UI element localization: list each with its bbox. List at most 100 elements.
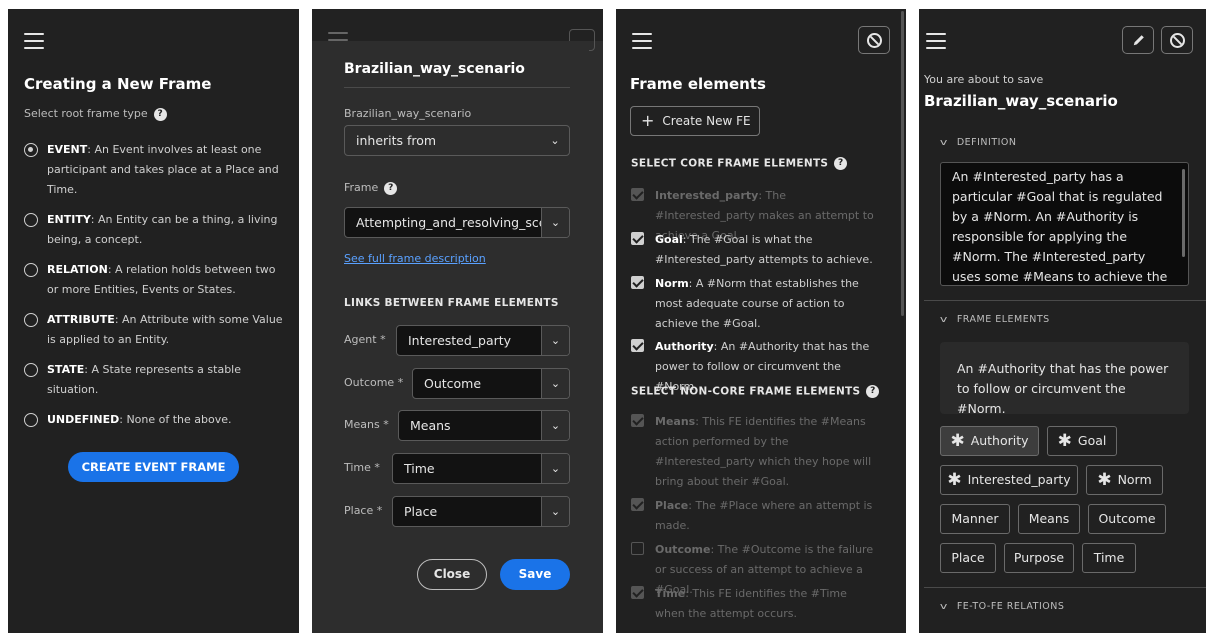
outcome-label: Outcome * (344, 376, 404, 389)
radio-button[interactable] (24, 313, 38, 327)
noncore-section-title: SELECT NON-CORE FRAME ELEMENTS? (631, 385, 880, 398)
chip-authority[interactable]: ✱ Authority (940, 426, 1039, 456)
time-label: Time * (344, 461, 380, 474)
checkbox[interactable] (631, 586, 644, 599)
checkbox[interactable] (631, 276, 644, 289)
agent-select[interactable]: Interested_party ⌄ (396, 325, 570, 356)
definition-textarea[interactable]: An #Interested_party has a particular #G… (940, 162, 1189, 286)
fe-time[interactable]: Time: This FE identifies the #Time when … (631, 584, 876, 624)
page-title: Creating a New Frame (24, 75, 212, 93)
chip-means[interactable]: Means (1018, 504, 1080, 534)
frame-name: Brazilian_way_scenario (924, 92, 1118, 110)
checkbox[interactable] (631, 414, 644, 427)
save-frame-panel: You are about to save Brazilian_way_scen… (919, 9, 1206, 633)
chip-purpose[interactable]: Purpose (1004, 543, 1074, 573)
full-frame-description-link[interactable]: See full frame description (344, 252, 486, 265)
chip-outcome[interactable]: Outcome (1088, 504, 1166, 534)
fe-place[interactable]: Place: The #Place where an attempt is ma… (631, 496, 876, 536)
background-header (312, 9, 603, 51)
chip-goal[interactable]: ✱ Goal (1047, 426, 1117, 456)
asterisk-icon: ✱ (950, 431, 965, 451)
checkbox (631, 188, 644, 201)
divider (924, 300, 1206, 301)
chevron-down-icon: ⌄ (541, 326, 569, 355)
outcome-select[interactable]: Outcome ⌄ (412, 368, 570, 399)
plus-icon: + (641, 111, 655, 130)
time-select[interactable]: Time ⌄ (392, 453, 570, 484)
relation-select[interactable]: inherits from ⌄ (344, 125, 570, 156)
chevron-down-icon: ⌄ (541, 497, 569, 526)
radio-button[interactable] (24, 143, 38, 157)
checkbox[interactable] (631, 339, 644, 352)
save-button[interactable]: Save (500, 559, 570, 590)
chip-place[interactable]: Place (940, 543, 996, 573)
asterisk-icon: ✱ (1057, 431, 1072, 451)
radio-attribute[interactable]: ATTRIBUTE: An Attribute with some Value … (24, 310, 284, 350)
menu-icon[interactable] (632, 33, 652, 49)
chevron-down-icon: ⌄ (541, 369, 569, 398)
divider (344, 87, 570, 88)
core-section-title: SELECT CORE FRAME ELEMENTS? (631, 157, 848, 170)
chevron-down-icon: v (939, 315, 948, 325)
chip-norm[interactable]: ✱ Norm (1086, 465, 1163, 495)
fe-goal[interactable]: Goal: The #Goal is what the #Interested_… (631, 230, 876, 270)
create-event-frame-button[interactable]: CREATE EVENT FRAME (68, 452, 239, 482)
fe-description: An #Authority that has the power to foll… (940, 342, 1189, 416)
fe-means[interactable]: Means: This FE identifies the #Means act… (631, 412, 876, 492)
checkbox[interactable] (631, 232, 644, 245)
radio-button[interactable] (24, 213, 38, 227)
divider (924, 587, 1206, 588)
help-icon[interactable]: ? (866, 385, 880, 398)
menu-icon[interactable] (24, 33, 44, 49)
ban-icon (867, 33, 882, 48)
save-notice: You are about to save (924, 73, 1044, 86)
frame-elements-panel: Frame elements + Create New FE SELECT COR… (616, 9, 906, 633)
subtitle: Select root frame type? (24, 107, 167, 121)
chevron-down-icon: v (939, 138, 948, 148)
menu-icon[interactable] (926, 33, 946, 49)
radio-entity[interactable]: ENTITY: An Entity can be a thing, a livi… (24, 210, 284, 250)
chevron-down-icon: ⌄ (541, 208, 569, 237)
help-icon[interactable]: ? (834, 157, 848, 170)
scrollbar[interactable] (901, 11, 904, 316)
means-label: Means * (344, 418, 389, 431)
radio-button[interactable] (24, 363, 38, 377)
fe-norm[interactable]: Norm: A #Norm that establishes the most … (631, 274, 876, 334)
close-button[interactable]: Close (417, 559, 487, 590)
checkbox[interactable] (631, 542, 644, 555)
radio-button[interactable] (24, 413, 38, 427)
radio-relation[interactable]: RELATION: A relation holds between two o… (24, 260, 284, 300)
means-select[interactable]: Means ⌄ (398, 410, 570, 441)
chevron-down-icon: ⌄ (541, 454, 569, 483)
radio-event[interactable]: EVENT: An Event involves at least one pa… (24, 140, 284, 200)
help-icon[interactable]: ? (153, 107, 167, 121)
help-icon[interactable]: ? (384, 181, 398, 195)
chip-interested-party[interactable]: ✱ Interested_party (940, 465, 1078, 495)
scrollbar[interactable] (1182, 169, 1185, 257)
radio-state[interactable]: STATE: A State represents a stable situa… (24, 360, 284, 400)
dialog-title: Brazilian_way_scenario (344, 61, 525, 77)
inherit-dialog: Brazilian_way_scenario Brazilian_way_sce… (326, 41, 589, 608)
new-frame-panel: Creating a New Frame Select root frame t… (8, 9, 299, 633)
agent-label: Agent * (344, 333, 386, 346)
checkbox[interactable] (631, 498, 644, 511)
chip-time[interactable]: Time (1082, 543, 1136, 573)
edit-button[interactable] (1122, 26, 1154, 54)
chevron-down-icon: ⌄ (550, 134, 560, 147)
ban-icon (1170, 33, 1185, 48)
chevron-down-icon: ⌄ (541, 411, 569, 440)
fe-relations-toggle[interactable]: v FE-TO-FE RELATIONS (939, 601, 1064, 612)
asterisk-icon: ✱ (1097, 470, 1112, 490)
create-fe-button[interactable]: + Create New FE (630, 106, 760, 136)
cancel-button[interactable] (858, 26, 890, 54)
chevron-down-icon: v (939, 602, 948, 612)
place-select[interactable]: Place ⌄ (392, 496, 570, 527)
cancel-button[interactable] (1161, 26, 1193, 54)
chip-manner[interactable]: Manner (940, 504, 1010, 534)
frame-elements-toggle[interactable]: v FRAME ELEMENTS (939, 314, 1050, 325)
frame-select[interactable]: Attempting_and_resolving_scenario ⌄ (344, 207, 570, 238)
radio-button[interactable] (24, 263, 38, 277)
definition-toggle[interactable]: v DEFINITION (939, 137, 1017, 148)
radio-undefined[interactable]: UNDEFINED: None of the above. (24, 410, 284, 430)
asterisk-icon: ✱ (947, 470, 962, 490)
